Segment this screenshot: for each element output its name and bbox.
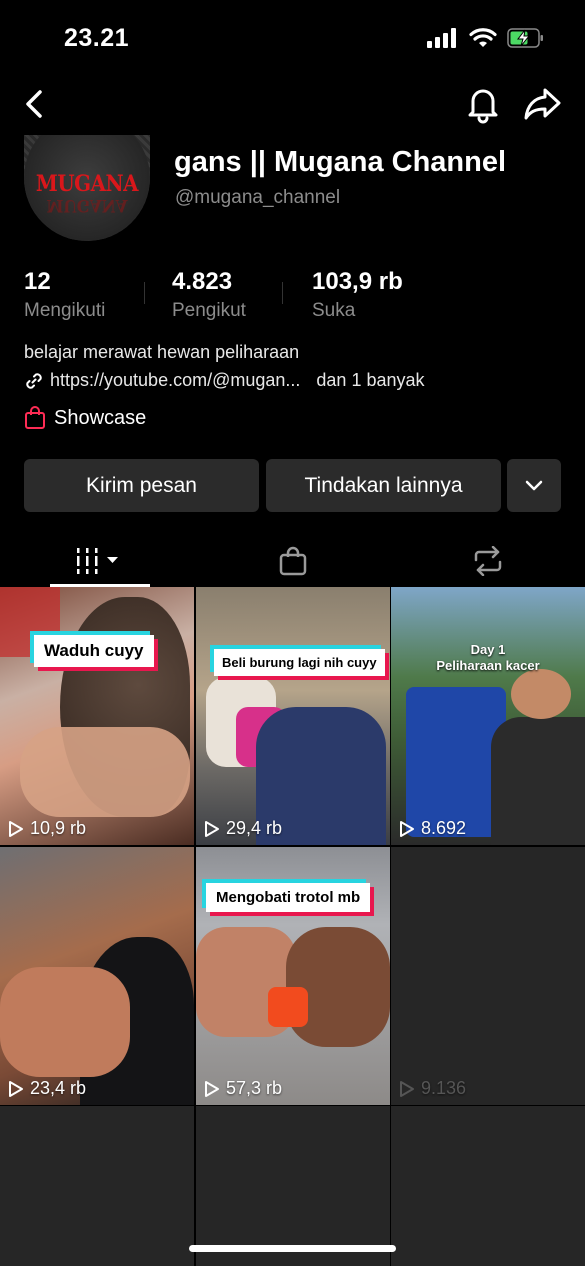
top-nav bbox=[0, 80, 585, 130]
status-bar: 23.21 bbox=[0, 0, 585, 78]
shopping-bag-icon bbox=[25, 406, 45, 429]
battery-charging-icon bbox=[507, 28, 543, 48]
showcase-link[interactable]: Showcase bbox=[24, 406, 146, 430]
video-thumbnail[interactable]: Beli burung lagi nih cuyy 29,4 rb bbox=[196, 587, 390, 845]
video-thumbnail[interactable]: Mengobati trotol mb 57,3 rb bbox=[196, 847, 390, 1105]
showcase-label: Showcase bbox=[54, 406, 147, 429]
video-view-count: 9.136 bbox=[421, 1078, 467, 1098]
play-icon bbox=[205, 1080, 219, 1097]
video-caption: Mengobati trotol mb bbox=[206, 883, 371, 912]
tab-shop[interactable] bbox=[195, 535, 390, 587]
avatar-logo-text: MUGANA bbox=[35, 171, 139, 197]
video-view-count: 57,3 rb bbox=[226, 1078, 283, 1098]
link-icon bbox=[26, 372, 42, 389]
video-views: 8.692 bbox=[399, 818, 466, 839]
profile-link[interactable]: https://youtube.com/@mugan... bbox=[50, 370, 300, 391]
profile-bio: belajar merawat hewan peliharaan bbox=[24, 342, 300, 362]
video-grid: Waduh cuyy 10,9 rb Beli burung lagi nih … bbox=[0, 587, 585, 1266]
profile-link-more[interactable]: dan 1 banyak bbox=[316, 370, 424, 391]
more-actions-button[interactable]: Tindakan lainnya bbox=[266, 459, 501, 512]
stat-divider bbox=[144, 282, 145, 304]
content-tabs bbox=[0, 535, 585, 587]
wifi-icon bbox=[469, 28, 497, 47]
play-icon bbox=[205, 820, 219, 837]
video-overlay-title: Peliharaan kacer bbox=[436, 658, 540, 673]
profile-handle: @mugana_channel bbox=[175, 187, 341, 208]
video-placeholder bbox=[196, 1106, 390, 1266]
signal-icon bbox=[427, 28, 456, 48]
back-icon[interactable] bbox=[20, 86, 50, 122]
play-icon bbox=[400, 820, 414, 837]
stat-followers[interactable]: 4.823 Pengikut bbox=[172, 268, 246, 322]
video-views: 29,4 rb bbox=[204, 818, 282, 839]
stat-divider bbox=[282, 282, 283, 304]
stat-value: 12 bbox=[24, 268, 51, 295]
video-placeholder bbox=[391, 1106, 585, 1266]
profile-link-row[interactable]: https://youtube.com/@mugan... dan 1 bany… bbox=[24, 370, 425, 391]
home-indicator[interactable] bbox=[189, 1245, 396, 1252]
video-view-count: 8.692 bbox=[421, 818, 467, 838]
suggested-accounts-button[interactable] bbox=[507, 459, 561, 512]
videos-grid-icon bbox=[76, 548, 118, 574]
profile-name: gans || Mugana Channel bbox=[174, 146, 507, 178]
repost-icon bbox=[474, 546, 501, 576]
video-views: 9.136 bbox=[399, 1078, 466, 1099]
video-view-count: 29,4 rb bbox=[226, 818, 283, 838]
share-icon[interactable] bbox=[523, 86, 563, 122]
stat-likes[interactable]: 103,9 rb Suka bbox=[312, 268, 403, 322]
video-caption: Beli burung lagi nih cuyy bbox=[214, 649, 385, 676]
tab-reposts[interactable] bbox=[390, 535, 585, 587]
video-views: 23,4 rb bbox=[8, 1078, 86, 1099]
stat-label: Mengikuti bbox=[24, 300, 106, 321]
stat-value: 4.823 bbox=[172, 268, 233, 295]
video-views: 10,9 rb bbox=[8, 818, 86, 839]
video-placeholder bbox=[0, 1106, 194, 1266]
tab-videos[interactable] bbox=[0, 535, 195, 587]
shopping-bag-icon bbox=[279, 546, 306, 576]
video-overlay-day: Day 1 bbox=[470, 642, 506, 657]
play-icon bbox=[400, 1080, 414, 1097]
video-view-count: 23,4 rb bbox=[30, 1078, 87, 1098]
status-time: 23.21 bbox=[64, 24, 130, 52]
stat-label: Suka bbox=[312, 300, 356, 321]
video-thumbnail[interactable]: 23,4 rb bbox=[0, 847, 194, 1105]
avatar-logo-reflection: MUGANA bbox=[46, 195, 128, 215]
play-icon bbox=[9, 1080, 23, 1097]
avatar[interactable]: MUGANA MUGANA bbox=[24, 135, 150, 241]
video-thumbnail[interactable]: Day 1 Peliharaan kacer 8.692 bbox=[391, 587, 585, 845]
profile-stats: 12 Mengikuti 4.823 Pengikut 103,9 rb Suk… bbox=[24, 268, 564, 322]
stat-following[interactable]: 12 Mengikuti bbox=[24, 268, 105, 322]
video-views: 57,3 rb bbox=[204, 1078, 282, 1099]
bell-icon[interactable] bbox=[464, 84, 502, 124]
chevron-down-icon bbox=[525, 480, 543, 490]
send-message-button[interactable]: Kirim pesan bbox=[24, 459, 259, 512]
play-icon bbox=[9, 820, 23, 837]
video-thumbnail[interactable]: Waduh cuyy 10,9 rb bbox=[0, 587, 194, 845]
video-thumbnail[interactable]: 9.136 bbox=[391, 847, 585, 1105]
video-view-count: 10,9 rb bbox=[30, 818, 87, 838]
video-caption: Waduh cuyy bbox=[34, 635, 154, 667]
status-icons bbox=[427, 28, 545, 48]
stat-value: 103,9 rb bbox=[312, 268, 403, 295]
stat-label: Pengikut bbox=[172, 300, 246, 321]
